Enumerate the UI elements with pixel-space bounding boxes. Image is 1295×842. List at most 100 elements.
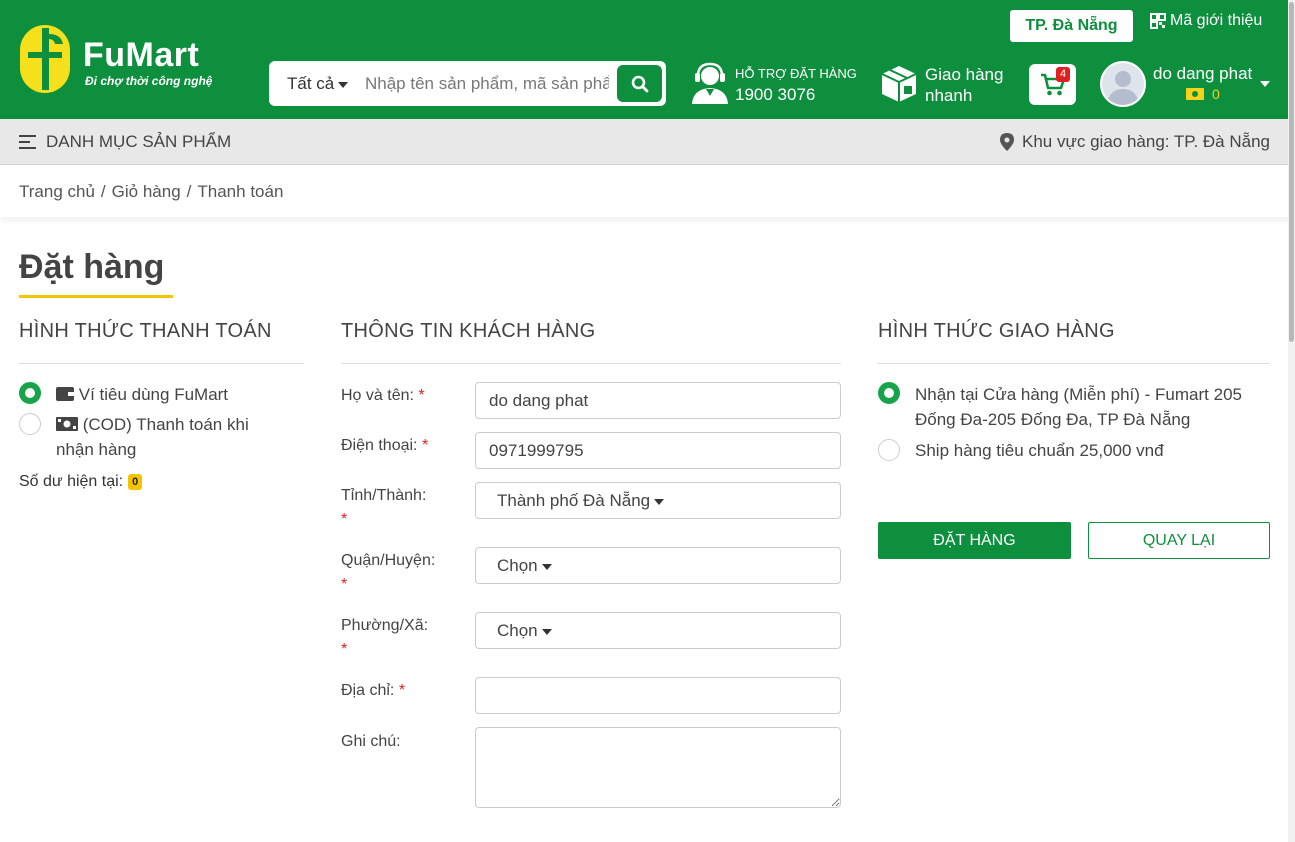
wallet-cash-icon bbox=[1186, 88, 1204, 100]
customer-info-divider bbox=[341, 363, 841, 364]
wallet-icon bbox=[56, 387, 74, 401]
shipping-radio-standard[interactable] bbox=[878, 439, 900, 461]
fast-delivery[interactable]: Giao hàng nhanh bbox=[880, 62, 1015, 106]
current-balance-label: Số dư hiện tại: bbox=[19, 473, 124, 490]
district-label: Quận/Huyện: * bbox=[341, 549, 451, 597]
shipping-divider bbox=[878, 363, 1270, 364]
cart-count-badge: 4 bbox=[1056, 67, 1070, 82]
sub-navigation: DANH MỤC SẢN PHẨM Khu vực giao hàng: TP.… bbox=[0, 119, 1295, 165]
map-pin-icon bbox=[1000, 133, 1015, 151]
breadcrumb-separator: / bbox=[100, 182, 106, 201]
shipping-option-store-pickup[interactable]: Nhận tại Cửa hàng (Miễn phí) - Fumart 20… bbox=[915, 382, 1275, 432]
payment-radio-cod[interactable] bbox=[19, 413, 41, 435]
district-select[interactable]: Chọn bbox=[475, 547, 841, 584]
breadcrumb-cart[interactable]: Giỏ hàng bbox=[112, 182, 181, 201]
referral-code-link[interactable]: Mã giới thiệu bbox=[1150, 12, 1262, 30]
fumart-logo-mark-icon bbox=[20, 25, 70, 93]
cash-icon bbox=[56, 417, 78, 431]
page-title: Đặt hàng bbox=[19, 248, 165, 286]
header: FuMart Đi chợ thời công nghệ TP. Đà Nẵng… bbox=[0, 0, 1295, 119]
payment-option-cod-label: (COD) Thanh toán khi nhận hàng bbox=[56, 415, 249, 459]
ward-select[interactable]: Chọn bbox=[475, 612, 841, 649]
payment-radio-wallet[interactable] bbox=[19, 382, 41, 404]
required-mark: * bbox=[421, 437, 429, 454]
payment-heading: HÌNH THỨC THANH TOÁN bbox=[19, 320, 272, 342]
product-category-menu[interactable]: DANH MỤC SẢN PHẨM bbox=[19, 132, 231, 152]
ward-select-value: Chọn bbox=[497, 621, 538, 640]
payment-option-cod[interactable]: (COD) Thanh toán khi nhận hàng bbox=[56, 412, 286, 462]
breadcrumb-home[interactable]: Trang chủ bbox=[19, 182, 95, 201]
province-label-text: Tỉnh/Thành: bbox=[341, 487, 427, 504]
district-select-value: Chọn bbox=[497, 556, 538, 575]
caret-down-icon bbox=[541, 563, 552, 570]
title-underline bbox=[19, 295, 173, 298]
province-select[interactable]: Thành phố Đà Nẵng bbox=[475, 482, 841, 519]
payment-option-wallet[interactable]: Ví tiêu dùng FuMart bbox=[56, 382, 228, 407]
place-order-button[interactable]: ĐẶT HÀNG bbox=[878, 522, 1071, 559]
brand-name: FuMart bbox=[83, 36, 200, 74]
cart-button[interactable]: 4 bbox=[1029, 64, 1076, 105]
caret-down-icon bbox=[654, 498, 665, 505]
shipping-radio-store-pickup[interactable] bbox=[878, 382, 900, 404]
required-mark: * bbox=[341, 511, 348, 528]
phone-label: Điện thoại: * bbox=[341, 434, 428, 458]
delivery-label: Giao hàng nhanh bbox=[925, 65, 1004, 105]
search-category-select[interactable]: Tất cả bbox=[287, 74, 349, 94]
district-label-text: Quận/Huyện: bbox=[341, 552, 436, 569]
breadcrumb: Trang chủ / Giỏ hàng / Thanh toán bbox=[19, 182, 283, 202]
back-button[interactable]: QUAY LẠI bbox=[1088, 522, 1270, 559]
required-mark: * bbox=[341, 576, 348, 593]
order-support[interactable]: HỖ TRỢ ĐẶT HÀNG 1900 3076 bbox=[690, 62, 870, 106]
current-balance: Số dư hiện tại: 0 bbox=[19, 473, 143, 491]
avatar bbox=[1100, 61, 1146, 107]
caret-down-icon bbox=[541, 628, 552, 635]
user-avatar-icon bbox=[1107, 71, 1139, 105]
caret-down-icon bbox=[338, 81, 349, 88]
shipping-option-standard[interactable]: Ship hàng tiêu chuẩn 25,000 vnđ bbox=[915, 438, 1164, 463]
scrollbar-thumb[interactable] bbox=[1289, 2, 1294, 342]
fumart-logo[interactable]: FuMart Đi chợ thời công nghệ bbox=[19, 22, 219, 96]
support-phone: 1900 3076 bbox=[735, 85, 816, 104]
province-select-value: Thành phố Đà Nẵng bbox=[497, 491, 651, 510]
delivery-box-icon bbox=[881, 66, 917, 102]
phone-field[interactable] bbox=[475, 432, 841, 469]
search-icon bbox=[631, 75, 648, 92]
province-label: Tỉnh/Thành: * bbox=[341, 484, 451, 532]
delivery-area-label: Khu vực giao hàng: TP. Đà Nẵng bbox=[1022, 132, 1270, 151]
address-label-text: Địa chỉ: bbox=[341, 682, 395, 699]
product-category-label: DANH MỤC SẢN PHẨM bbox=[46, 132, 232, 151]
phone-label-text: Điện thoại: bbox=[341, 437, 418, 454]
payment-option-wallet-label: Ví tiêu dùng FuMart bbox=[78, 385, 229, 404]
user-wallet-balance: 0 bbox=[1212, 86, 1220, 102]
delivery-area[interactable]: Khu vực giao hàng: TP. Đà Nẵng bbox=[1000, 132, 1270, 152]
qr-code-icon bbox=[1150, 13, 1166, 29]
city-select-button[interactable]: TP. Đà Nẵng bbox=[1010, 10, 1133, 42]
name-label-text: Họ và tên: bbox=[341, 387, 414, 404]
hamburger-menu-icon bbox=[19, 135, 36, 149]
ward-label: Phường/Xã: * bbox=[341, 614, 451, 662]
search-input[interactable] bbox=[365, 70, 609, 98]
note-field[interactable] bbox=[475, 727, 841, 808]
current-balance-badge: 0 bbox=[128, 474, 143, 490]
referral-code-label: Mã giới thiệu bbox=[1170, 12, 1263, 29]
search-bar: Tất cả bbox=[269, 61, 666, 106]
customer-info-heading: THÔNG TIN KHÁCH HÀNG bbox=[341, 320, 596, 342]
required-mark: * bbox=[398, 682, 406, 699]
headset-support-icon bbox=[692, 62, 728, 104]
user-name: do dang phat bbox=[1153, 64, 1253, 83]
ward-label-text: Phường/Xã: bbox=[341, 617, 429, 634]
address-field[interactable] bbox=[475, 677, 841, 714]
support-label: HỖ TRỢ ĐẶT HÀNG bbox=[735, 66, 857, 81]
user-menu[interactable]: do dang phat 0 bbox=[1100, 61, 1275, 107]
name-field[interactable] bbox=[475, 382, 841, 419]
shipping-heading: HÌNH THỨC GIAO HÀNG bbox=[878, 320, 1115, 342]
payment-divider bbox=[19, 363, 304, 364]
breadcrumb-checkout: Thanh toán bbox=[197, 182, 284, 201]
search-button[interactable] bbox=[617, 65, 662, 102]
required-mark: * bbox=[418, 387, 425, 404]
note-label: Ghi chú: bbox=[341, 733, 401, 750]
caret-down-icon bbox=[1260, 81, 1270, 87]
brand-slogan: Đi chợ thời công nghệ bbox=[85, 74, 213, 88]
user-wallet: 0 bbox=[1186, 86, 1220, 102]
name-label: Họ và tên: * bbox=[341, 384, 425, 408]
